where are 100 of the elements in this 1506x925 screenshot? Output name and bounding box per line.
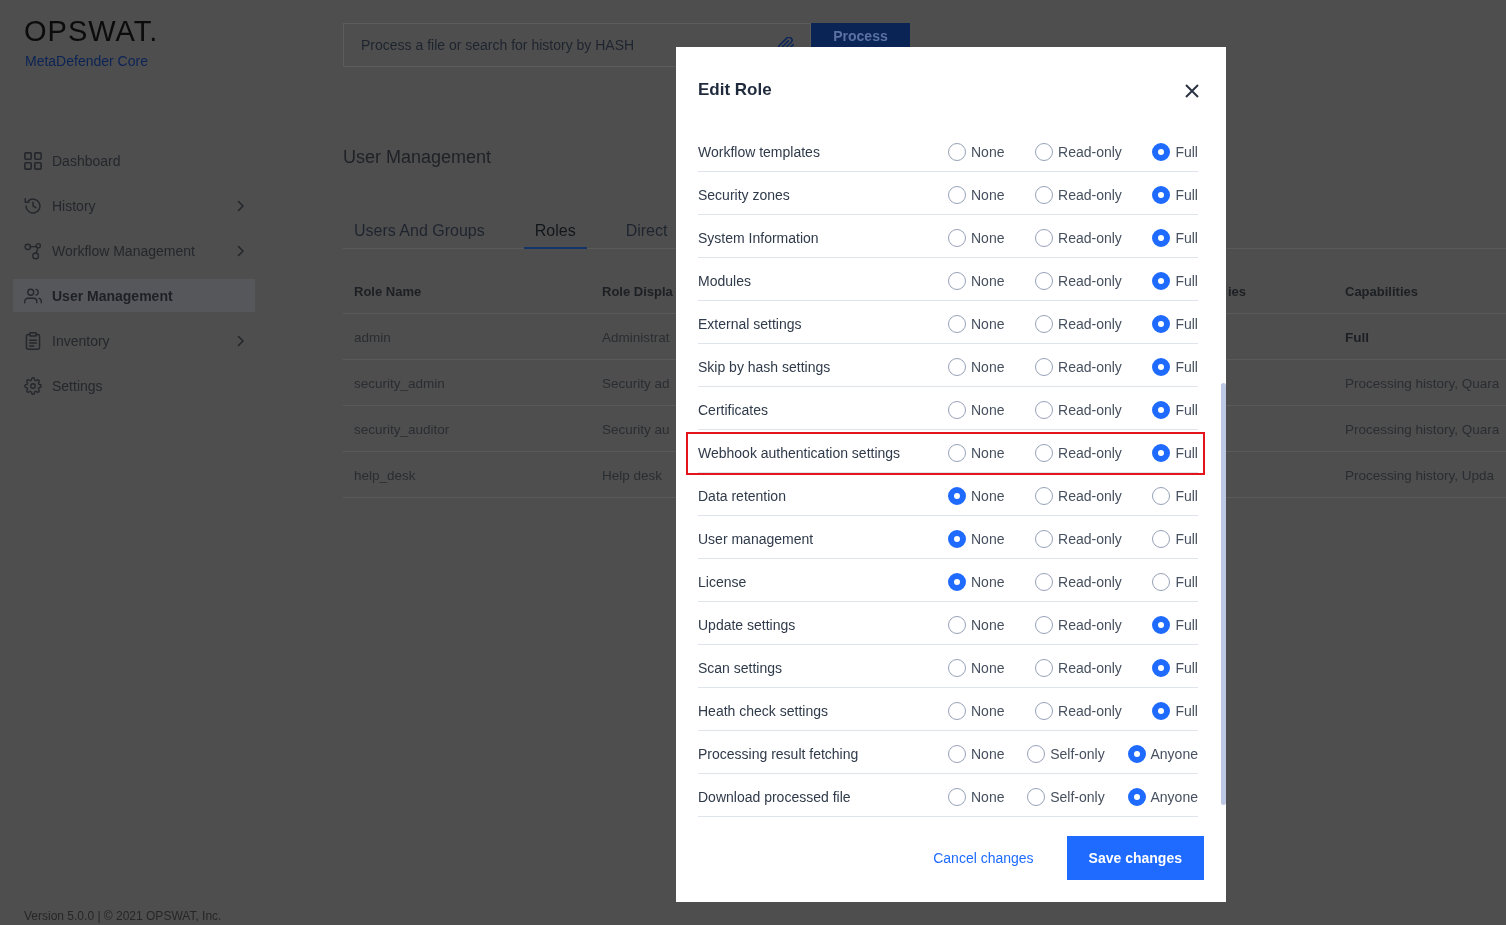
option-label[interactable]: None <box>971 660 1005 676</box>
radio-button[interactable] <box>1035 358 1054 376</box>
radio-button[interactable] <box>1152 616 1171 634</box>
radio-button[interactable] <box>948 229 966 247</box>
radio-button[interactable] <box>1152 186 1171 204</box>
option-label[interactable]: None <box>971 574 1005 590</box>
radio-button[interactable] <box>1152 530 1171 548</box>
option-label[interactable]: Read-only <box>1058 703 1122 719</box>
option-label[interactable]: Full <box>1175 531 1198 547</box>
radio-button[interactable] <box>1027 745 1046 763</box>
option-label[interactable]: None <box>971 531 1005 547</box>
option-label[interactable]: None <box>971 359 1005 375</box>
radio-button[interactable] <box>1127 788 1146 806</box>
option-label[interactable]: None <box>971 273 1005 289</box>
radio-button[interactable] <box>1035 616 1054 634</box>
option-label[interactable]: Self-only <box>1050 789 1105 805</box>
option-label[interactable]: Full <box>1175 488 1198 504</box>
radio-button[interactable] <box>1027 788 1046 806</box>
close-button[interactable] <box>1185 84 1199 98</box>
radio-button[interactable] <box>1035 487 1054 505</box>
radio-button[interactable] <box>1035 659 1054 677</box>
option-label[interactable]: Read-only <box>1058 531 1122 547</box>
option-label[interactable]: Read-only <box>1058 144 1122 160</box>
option-label[interactable]: Full <box>1175 144 1198 160</box>
option-label[interactable]: Read-only <box>1058 316 1122 332</box>
radio-button[interactable] <box>1035 229 1054 247</box>
option-label[interactable]: Full <box>1175 273 1198 289</box>
option-label[interactable]: None <box>971 488 1005 504</box>
option-label[interactable]: Full <box>1175 703 1198 719</box>
option-label[interactable]: None <box>971 316 1005 332</box>
option-label[interactable]: None <box>971 746 1005 762</box>
option-label[interactable]: Read-only <box>1058 660 1122 676</box>
option-label[interactable]: None <box>971 230 1005 246</box>
radio-button[interactable] <box>1152 573 1171 591</box>
radio-button[interactable] <box>948 401 966 419</box>
option-label[interactable]: Read-only <box>1058 359 1122 375</box>
option-label[interactable]: Full <box>1175 574 1198 590</box>
radio-button[interactable] <box>948 702 966 720</box>
option-label[interactable]: None <box>971 789 1005 805</box>
scrollbar-thumb[interactable] <box>1221 383 1226 805</box>
option-label[interactable]: Read-only <box>1058 230 1122 246</box>
radio-button[interactable] <box>1152 143 1171 161</box>
option-label[interactable]: Full <box>1175 402 1198 418</box>
radio-button[interactable] <box>1035 702 1054 720</box>
option-label[interactable]: Read-only <box>1058 488 1122 504</box>
radio-button[interactable] <box>1127 745 1146 763</box>
option-label[interactable]: None <box>971 617 1005 633</box>
radio-button[interactable] <box>1035 530 1054 548</box>
radio-button[interactable] <box>1152 487 1171 505</box>
option-label[interactable]: Full <box>1175 445 1198 461</box>
radio-button[interactable] <box>948 315 966 333</box>
radio-button[interactable] <box>1152 401 1171 419</box>
option-label[interactable]: None <box>971 144 1005 160</box>
radio-button[interactable] <box>1152 358 1171 376</box>
radio-button[interactable] <box>948 444 966 462</box>
save-button[interactable]: Save changes <box>1066 836 1204 880</box>
radio-button[interactable] <box>1035 186 1054 204</box>
option-label[interactable]: None <box>971 187 1005 203</box>
radio-button[interactable] <box>948 788 966 806</box>
option-label[interactable]: None <box>971 703 1005 719</box>
radio-button[interactable] <box>1152 315 1171 333</box>
radio-button[interactable] <box>1035 401 1054 419</box>
radio-button[interactable] <box>1035 143 1054 161</box>
radio-button[interactable] <box>948 487 966 505</box>
cancel-button[interactable]: Cancel changes <box>933 850 1034 866</box>
option-label[interactable]: None <box>971 402 1005 418</box>
option-label[interactable]: Self-only <box>1050 746 1105 762</box>
option-label[interactable]: Full <box>1175 359 1198 375</box>
option-label[interactable]: Full <box>1175 660 1198 676</box>
option-label[interactable]: Full <box>1175 316 1198 332</box>
option-label[interactable]: Anyone <box>1150 789 1198 805</box>
radio-button[interactable] <box>948 659 966 677</box>
option-label[interactable]: Read-only <box>1058 273 1122 289</box>
radio-button[interactable] <box>948 186 966 204</box>
radio-button[interactable] <box>1035 315 1054 333</box>
option-label[interactable]: Full <box>1175 617 1198 633</box>
radio-button[interactable] <box>948 573 966 591</box>
radio-button[interactable] <box>1035 272 1054 290</box>
option-label[interactable]: Read-only <box>1058 617 1122 633</box>
radio-button[interactable] <box>1152 659 1171 677</box>
option-label[interactable]: Read-only <box>1058 187 1122 203</box>
radio-button[interactable] <box>948 143 966 161</box>
radio-button[interactable] <box>948 616 966 634</box>
radio-button[interactable] <box>1035 444 1054 462</box>
radio-button[interactable] <box>948 272 966 290</box>
radio-button[interactable] <box>1152 444 1171 462</box>
radio-button[interactable] <box>1152 702 1171 720</box>
radio-button[interactable] <box>1152 272 1171 290</box>
radio-button[interactable] <box>948 358 966 376</box>
option-label[interactable]: None <box>971 445 1005 461</box>
option-label[interactable]: Anyone <box>1150 746 1198 762</box>
option-label[interactable]: Read-only <box>1058 402 1122 418</box>
radio-button[interactable] <box>948 745 966 763</box>
option-label[interactable]: Read-only <box>1058 574 1122 590</box>
option-label[interactable]: Full <box>1175 230 1198 246</box>
radio-button[interactable] <box>1152 229 1171 247</box>
option-label[interactable]: Read-only <box>1058 445 1122 461</box>
radio-button[interactable] <box>948 530 966 548</box>
radio-button[interactable] <box>1035 573 1054 591</box>
option-label[interactable]: Full <box>1175 187 1198 203</box>
